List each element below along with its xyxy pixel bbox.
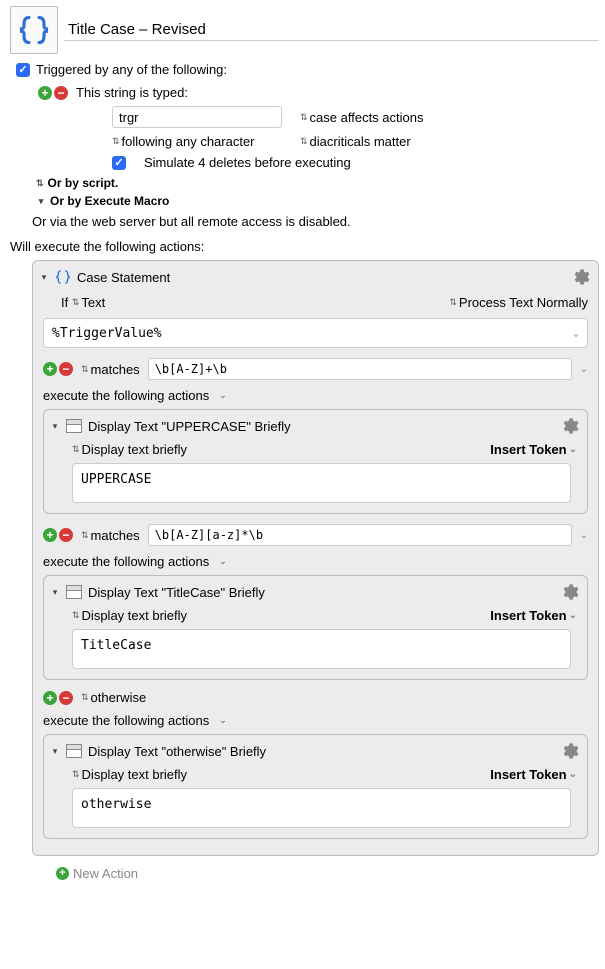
web-server-text: Or via the web server but all remote acc…	[32, 214, 599, 229]
insert-token-button[interactable]: Insert Token ⌄	[490, 767, 577, 782]
app-icon[interactable]	[10, 6, 58, 54]
remove-trigger-icon[interactable]: −	[54, 86, 68, 100]
display-text-field[interactable]: UPPERCASE	[72, 463, 571, 503]
display-select[interactable]: ⇅ Display text briefly	[72, 608, 187, 623]
exec-label: execute the following actions	[43, 388, 209, 403]
sub-title: Display Text "TitleCase" Briefly	[88, 585, 265, 600]
display-text-field[interactable]: otherwise	[72, 788, 571, 828]
window-icon	[66, 744, 82, 758]
or-execute-row[interactable]: ▾ Or by Execute Macro	[36, 194, 599, 208]
gear-icon[interactable]	[559, 741, 579, 761]
sub-title: Display Text "otherwise" Briefly	[88, 744, 266, 759]
exec-label: execute the following actions	[43, 554, 209, 569]
trigger-value-input[interactable]: %TriggerValue% ⌄	[43, 318, 588, 348]
sub-title: Display Text "UPPERCASE" Briefly	[88, 419, 291, 434]
display-text-field[interactable]: TitleCase	[72, 629, 571, 669]
display-text-action: ▾ Display Text "UPPERCASE" Briefly ⇅ Dis…	[43, 409, 588, 514]
gear-icon[interactable]	[559, 416, 579, 436]
otherwise-select[interactable]: ⇅ otherwise	[81, 690, 146, 705]
display-select[interactable]: ⇅ Display text briefly	[72, 767, 187, 782]
display-text-action: ▾ Display Text "otherwise" Briefly ⇅ Dis…	[43, 734, 588, 839]
chevron-down-icon[interactable]: ⌄	[219, 391, 227, 400]
disclose-icon[interactable]: ▾	[50, 746, 60, 757]
window-icon	[66, 419, 82, 433]
window-icon	[66, 585, 82, 599]
chevron-down-icon[interactable]: ⌄	[219, 557, 227, 566]
or-script-row[interactable]: ⇅ Or by script.	[36, 176, 599, 190]
if-label: If	[61, 295, 68, 310]
add-branch-icon[interactable]: +	[43, 362, 57, 376]
remove-branch-icon[interactable]: −	[59, 691, 73, 705]
chevron-down-icon[interactable]: ⌄	[573, 328, 579, 339]
matches-select[interactable]: ⇅ matches	[81, 528, 140, 543]
simulate-deletes-label: Simulate 4 deletes before executing	[144, 155, 351, 170]
diacriticals-select[interactable]: ⇅ diacriticals matter	[300, 134, 411, 149]
triggered-checkbox[interactable]	[16, 63, 30, 77]
following-char-select[interactable]: ⇅ following any character	[112, 134, 282, 149]
macro-title-input[interactable]	[64, 19, 599, 41]
add-icon: +	[56, 867, 69, 880]
case-affects-select[interactable]: ⇅ case affects actions	[300, 110, 423, 125]
actions-label: Will execute the following actions:	[10, 239, 599, 254]
if-select[interactable]: ⇅ Text	[72, 295, 105, 310]
disclose-icon[interactable]: ▾	[50, 587, 60, 598]
gear-icon[interactable]	[559, 582, 579, 602]
matches-select[interactable]: ⇅ matches	[81, 362, 140, 377]
display-select[interactable]: ⇅ Display text briefly	[72, 442, 187, 457]
string-typed-label: This string is typed:	[76, 85, 188, 100]
disclose-icon[interactable]: ▾	[50, 421, 60, 432]
remove-branch-icon[interactable]: −	[59, 528, 73, 542]
insert-token-button[interactable]: Insert Token ⌄	[490, 442, 577, 457]
process-select[interactable]: ⇅ Process Text Normally	[449, 295, 588, 310]
case-statement-action: ▾ Case Statement If ⇅ Text ⇅ Process Tex…	[32, 260, 599, 856]
add-trigger-icon[interactable]: +	[38, 86, 52, 100]
remove-branch-icon[interactable]: −	[59, 362, 73, 376]
insert-token-button[interactable]: Insert Token ⌄	[490, 608, 577, 623]
triggered-label: Triggered by any of the following:	[36, 62, 227, 77]
chevron-down-icon[interactable]: ⌄	[219, 716, 227, 725]
pattern-input[interactable]	[148, 358, 572, 380]
pattern-input[interactable]	[148, 524, 572, 546]
simulate-deletes-checkbox[interactable]	[112, 156, 126, 170]
gear-icon[interactable]	[570, 267, 590, 287]
new-action-button[interactable]: + New Action	[56, 866, 599, 881]
typed-string-input[interactable]	[112, 106, 282, 128]
braces-icon	[55, 269, 71, 285]
add-branch-icon[interactable]: +	[43, 528, 57, 542]
case-title: Case Statement	[77, 270, 170, 285]
display-text-action: ▾ Display Text "TitleCase" Briefly ⇅ Dis…	[43, 575, 588, 680]
exec-label: execute the following actions	[43, 713, 209, 728]
chevron-down-icon[interactable]: ⌄	[580, 364, 588, 375]
chevron-down-icon[interactable]: ⌄	[580, 530, 588, 541]
add-branch-icon[interactable]: +	[43, 691, 57, 705]
disclose-icon[interactable]: ▾	[39, 272, 49, 283]
